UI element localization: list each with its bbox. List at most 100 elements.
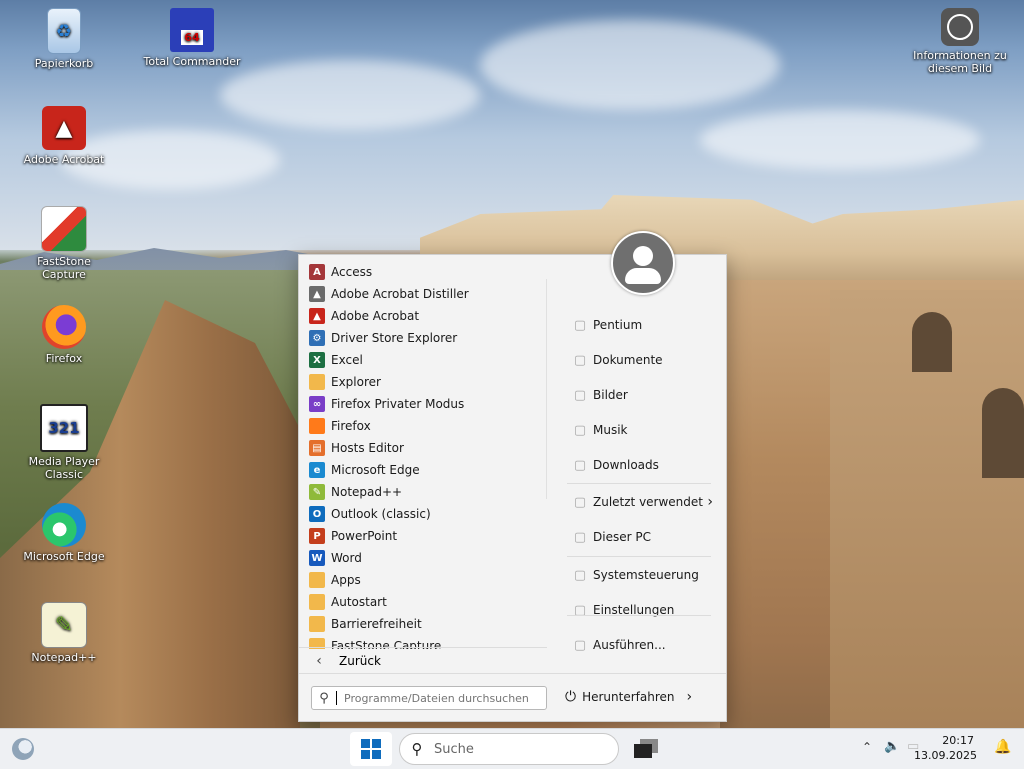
app-item[interactable]: ▤ Hosts Editor	[299, 437, 547, 459]
notepad-plus-plus-icon: ✎	[41, 602, 87, 648]
powerpoint-icon: P	[309, 528, 325, 544]
folder-icon	[309, 616, 325, 632]
menu-item[interactable]: ▢ Musik	[567, 418, 713, 442]
edge-icon	[42, 503, 86, 547]
menu-item[interactable]: ▢ Pentium	[567, 313, 713, 337]
faststone-icon	[41, 206, 87, 252]
app-item[interactable]: ✎ Notepad++	[299, 481, 547, 503]
menu-item[interactable]: ▢ Downloads	[567, 453, 713, 477]
app-item[interactable]: Barrierefreiheit	[299, 613, 547, 635]
clock[interactable]: 20:17 13.09.2025	[914, 733, 977, 763]
app-list[interactable]: A Access ▲ Adobe Acrobat Distiller ▲ Adobe Ac…	[299, 261, 547, 649]
menu-item[interactable]: ▢ Bilder	[567, 383, 713, 407]
desktop-icon-microsoft-edge[interactable]: Microsoft Edge	[14, 503, 114, 563]
back-button[interactable]: ‹ Zurück	[299, 647, 547, 674]
app-item[interactable]: Explorer	[299, 371, 547, 393]
menu-item[interactable]: ▢ Einstellungen	[567, 598, 713, 622]
image-icon: ▢	[573, 387, 587, 403]
taskbar-search-placeholder: Suche	[434, 741, 474, 757]
download-icon: ▢	[573, 457, 587, 473]
floppy-disk-icon: 64	[170, 8, 214, 52]
app-item[interactable]: Apps	[299, 569, 547, 591]
app-item[interactable]: A Access	[299, 261, 547, 283]
document-icon: ▢	[573, 352, 587, 368]
text-caret	[336, 691, 337, 705]
app-item[interactable]: ⚙ Driver Store Explorer	[299, 327, 547, 349]
menu-item[interactable]: ▢ Dieser PC	[567, 525, 713, 549]
user-folder-icon: ▢	[573, 317, 587, 333]
taskbar: ⚲ Suche ⌃ 🔈 ▭ 20:17 13.09.2025 🔔	[0, 728, 1024, 769]
hosts-editor-icon: ▤	[309, 440, 325, 456]
app-item[interactable]: Autostart	[299, 591, 547, 613]
start-menu: A Access ▲ Adobe Acrobat Distiller ▲ Adobe Ac…	[298, 231, 727, 722]
control-panel-icon: ▢	[573, 567, 587, 583]
apps-folder-icon	[309, 572, 325, 588]
search-icon: ⚲	[319, 690, 329, 706]
chevron-right-icon[interactable]: ›	[687, 689, 693, 705]
clock-icon: ▢	[573, 494, 587, 510]
firefox-icon	[42, 305, 86, 349]
shutdown-button[interactable]: ⏻ Herunterfahren ›	[565, 686, 692, 708]
divider	[567, 615, 711, 616]
gear-icon: ⚙	[309, 330, 325, 346]
acrobat-icon: ▲	[309, 308, 325, 324]
chevron-right-icon: ›	[707, 494, 713, 510]
divider	[567, 483, 711, 484]
user-avatar[interactable]	[611, 231, 675, 295]
widgets-icon[interactable]	[12, 738, 34, 760]
desktop-icon-firefox[interactable]: Firefox	[14, 305, 114, 365]
menu-item[interactable]: ▢ Ausführen...	[567, 633, 713, 657]
app-item[interactable]: ∞ Firefox Privater Modus	[299, 393, 547, 415]
media-player-icon: 321	[40, 404, 88, 452]
recycle-bin-icon: ♻	[47, 8, 81, 54]
app-item[interactable]: P PowerPoint	[299, 525, 547, 547]
menu-item[interactable]: ▢ Dokumente	[567, 348, 713, 372]
search-icon: ⚲	[411, 740, 423, 758]
desktop-icon-faststone-capture[interactable]: FastStone Capture	[14, 206, 114, 281]
desktop-icon-papierkorb[interactable]: ♻ Papierkorb	[14, 8, 114, 70]
app-item[interactable]: ▲ Adobe Acrobat	[299, 305, 547, 327]
music-icon: ▢	[573, 422, 587, 438]
excel-icon: X	[309, 352, 325, 368]
speaker-icon[interactable]: 🔈	[884, 739, 900, 754]
app-item[interactable]: O Outlook (classic)	[299, 503, 547, 525]
menu-item[interactable]: ▢ Systemsteuerung	[567, 563, 713, 587]
notepad-plus-plus-icon: ✎	[309, 484, 325, 500]
access-icon: A	[309, 264, 325, 280]
chevron-up-icon[interactable]: ⌃	[862, 740, 872, 754]
acrobat-icon: ▲	[42, 106, 86, 150]
divider	[567, 556, 711, 557]
edge-icon: e	[309, 462, 325, 478]
chevron-left-icon: ‹	[316, 653, 322, 669]
firefox-private-icon: ∞	[309, 396, 325, 412]
start-menu-footer: ⚲ ⏻ Herunterfahren ›	[299, 673, 726, 722]
camera-icon	[941, 8, 979, 46]
firefox-icon	[309, 418, 325, 434]
taskbar-search[interactable]: ⚲ Suche	[399, 733, 619, 765]
word-icon: W	[309, 550, 325, 566]
notification-bell-icon[interactable]: 🔔	[994, 739, 1011, 755]
desktop-icon-informationen[interactable]: Informationen zu diesem Bild	[910, 8, 1010, 75]
menu-item[interactable]: ▢ Zuletzt verwendet ›	[567, 490, 713, 514]
folder-icon	[309, 374, 325, 390]
scrollbar-track[interactable]	[546, 279, 547, 499]
app-item[interactable]: e Microsoft Edge	[299, 459, 547, 481]
run-icon: ▢	[573, 637, 587, 653]
task-view-icon[interactable]	[634, 739, 658, 759]
program-search-input[interactable]	[342, 690, 536, 706]
desktop-icon-total-commander[interactable]: 64 Total Commander	[142, 8, 242, 68]
app-item[interactable]: W Word	[299, 547, 547, 569]
outlook-icon: O	[309, 506, 325, 522]
folder-icon	[309, 594, 325, 610]
start-button[interactable]	[350, 732, 392, 766]
program-search-box[interactable]: ⚲	[311, 686, 547, 710]
desktop-icon-media-player-classic[interactable]: 321 Media Player Classic	[14, 404, 114, 481]
app-item[interactable]: Firefox	[299, 415, 547, 437]
acrobat-distiller-icon: ▲	[309, 286, 325, 302]
app-item[interactable]: X Excel	[299, 349, 547, 371]
computer-icon: ▢	[573, 529, 587, 545]
app-item[interactable]: ▲ Adobe Acrobat Distiller	[299, 283, 547, 305]
power-icon: ⏻	[565, 689, 577, 705]
desktop-icon-adobe-acrobat[interactable]: ▲ Adobe Acrobat	[14, 106, 114, 166]
desktop-icon-notepad-plus-plus[interactable]: ✎ Notepad++	[14, 602, 114, 664]
